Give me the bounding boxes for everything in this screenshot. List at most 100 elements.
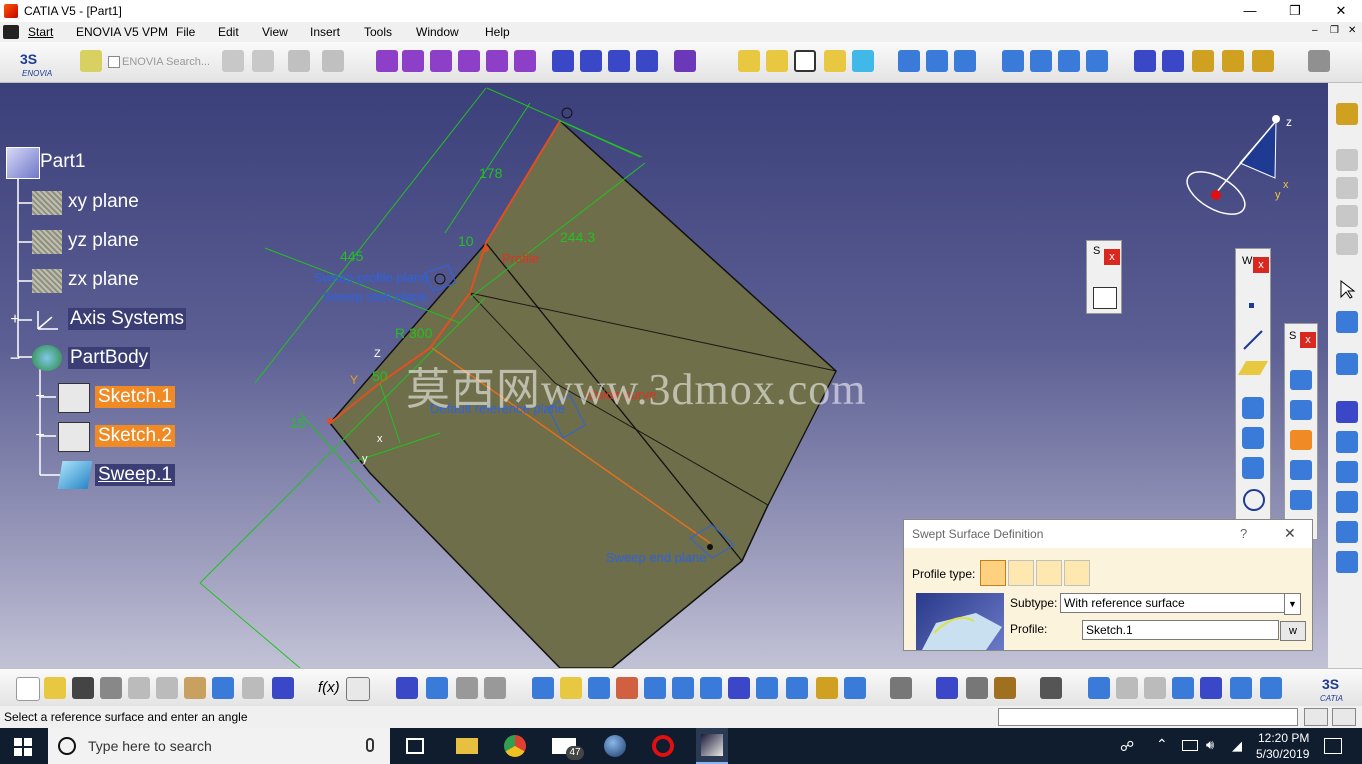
hide-show-icon[interactable] — [816, 677, 838, 699]
update-icon[interactable] — [322, 50, 344, 72]
rib-icon[interactable] — [486, 50, 508, 72]
copy-geometry-icon[interactable] — [288, 50, 310, 72]
enovia-tool2-icon[interactable] — [252, 50, 274, 72]
dimension-244-3[interactable]: 244.3 — [560, 229, 595, 245]
compass-tool-icon[interactable] — [1336, 311, 1358, 333]
tool-icon[interactable] — [1336, 461, 1358, 483]
sketch-icon[interactable] — [58, 422, 90, 452]
plane-icon[interactable] — [794, 50, 816, 72]
volume-icon[interactable]: 🔊︎ — [1206, 737, 1214, 753]
catalog-icon[interactable] — [890, 677, 912, 699]
print-icon[interactable] — [100, 677, 122, 699]
minimize-button[interactable]: — — [1227, 0, 1273, 22]
status-button2-icon[interactable] — [1332, 708, 1356, 726]
file-explorer-icon[interactable] — [456, 738, 478, 754]
rotate-icon[interactable] — [1030, 50, 1052, 72]
doc-restore-icon[interactable]: ❐ — [1330, 25, 1339, 36]
symmetry-icon[interactable] — [1058, 50, 1080, 72]
fill-icon[interactable] — [1290, 460, 1312, 480]
line-icon[interactable] — [1242, 329, 1264, 351]
measure-icon[interactable] — [1192, 50, 1214, 72]
copy-icon[interactable] — [156, 677, 178, 699]
doc-minimize-icon[interactable]: – — [1312, 25, 1318, 36]
dimension-445[interactable]: 445 — [340, 248, 363, 264]
profile-type-explicit-icon[interactable] — [980, 560, 1006, 586]
fillet-icon[interactable] — [552, 50, 574, 72]
rotate-view-icon[interactable] — [616, 677, 638, 699]
point-marker[interactable] — [707, 544, 713, 550]
taskbar-date[interactable]: 5/30/2019 — [1256, 747, 1309, 761]
tree-item-sweep1[interactable]: Sweep.1 — [95, 464, 175, 486]
dimension-15[interactable]: 15 — [290, 415, 306, 431]
windows-start-icon[interactable] — [14, 738, 32, 756]
tool-icon[interactable] — [1336, 149, 1358, 171]
normal-view-icon[interactable] — [700, 677, 722, 699]
table-icon[interactable] — [396, 677, 418, 699]
menu-file[interactable]: File — [176, 25, 195, 39]
close-surface-icon[interactable] — [954, 50, 976, 72]
shell-icon[interactable] — [636, 50, 658, 72]
pocket-icon[interactable] — [402, 50, 424, 72]
wireframe-toolbar-close-button[interactable]: x — [1253, 257, 1269, 273]
enovia-link-icon[interactable] — [80, 50, 102, 72]
draft-icon[interactable] — [608, 50, 630, 72]
chrome-icon[interactable] — [504, 735, 526, 757]
sketch-tool-icon[interactable] — [1336, 353, 1358, 375]
sweep-icon[interactable] — [57, 461, 93, 489]
tool-icon[interactable] — [1336, 233, 1358, 255]
plane-icon[interactable] — [1237, 361, 1269, 375]
tool-icon[interactable] — [1336, 177, 1358, 199]
shaft-icon[interactable] — [430, 50, 452, 72]
swap-visible-icon[interactable] — [844, 677, 866, 699]
profile-type-line-icon[interactable] — [1008, 560, 1034, 586]
tool-icon[interactable] — [1260, 677, 1282, 699]
tool-icon[interactable] — [1336, 551, 1358, 573]
point-icon[interactable] — [1249, 303, 1254, 308]
measure-between-icon[interactable] — [936, 677, 958, 699]
thick-surface-icon[interactable] — [926, 50, 948, 72]
tree-item-xy-plane[interactable]: xy plane — [68, 191, 139, 213]
tree-item-sketch1[interactable]: Sketch.1 — [95, 386, 175, 408]
part-icon[interactable] — [6, 147, 40, 179]
dimension-10[interactable]: 10 — [458, 233, 474, 249]
axis-tool-icon[interactable] — [1144, 677, 1166, 699]
tool-icon[interactable] — [1230, 677, 1252, 699]
redo-icon[interactable] — [242, 677, 264, 699]
shading-icon[interactable] — [786, 677, 808, 699]
taskbar-search-input[interactable]: Type here to search — [88, 738, 212, 754]
measure-inertia-icon[interactable] — [994, 677, 1016, 699]
translate-icon[interactable] — [1002, 50, 1024, 72]
knowledge-icon[interactable] — [456, 677, 478, 699]
fly-mode-icon[interactable] — [532, 677, 554, 699]
cut-icon[interactable] — [128, 677, 150, 699]
profile-field[interactable]: Sketch.1 — [1082, 620, 1279, 640]
pattern-icon[interactable] — [1134, 50, 1156, 72]
task-view-icon[interactable] — [406, 738, 424, 754]
revolve-icon[interactable] — [1290, 400, 1312, 420]
pan-icon[interactable] — [588, 677, 610, 699]
dimension-178[interactable]: 178 — [479, 165, 502, 181]
settings-icon[interactable] — [1308, 50, 1330, 72]
undo-icon[interactable] — [212, 677, 234, 699]
sketcher-icon[interactable] — [1093, 287, 1117, 309]
menu-view[interactable]: View — [262, 25, 288, 39]
status-button-icon[interactable] — [1304, 708, 1328, 726]
close-button[interactable]: ✕ — [1318, 0, 1362, 22]
expand-plus-icon[interactable]: + — [8, 312, 22, 328]
formula-icon[interactable]: f(x) — [318, 679, 340, 696]
axis-system-icon[interactable] — [34, 305, 62, 333]
tree-root-part1[interactable]: Part1 — [40, 151, 85, 173]
tool-icon[interactable] — [1336, 431, 1358, 453]
multi-view-icon[interactable] — [728, 677, 750, 699]
tree-view-icon[interactable] — [426, 677, 448, 699]
point-marker[interactable] — [561, 107, 573, 119]
subtype-select[interactable]: With reference surface — [1060, 593, 1289, 613]
select-arrow-icon[interactable] — [1338, 279, 1358, 299]
microphone-icon[interactable] — [366, 738, 374, 752]
extrude-icon[interactable] — [1290, 370, 1312, 390]
tool-icon[interactable] — [1336, 521, 1358, 543]
intersection-icon[interactable] — [1242, 427, 1264, 449]
enovia-search-input[interactable]: ENOVIA Search... — [122, 56, 210, 68]
axis-icon[interactable] — [852, 50, 874, 72]
point-marker[interactable] — [434, 273, 446, 285]
